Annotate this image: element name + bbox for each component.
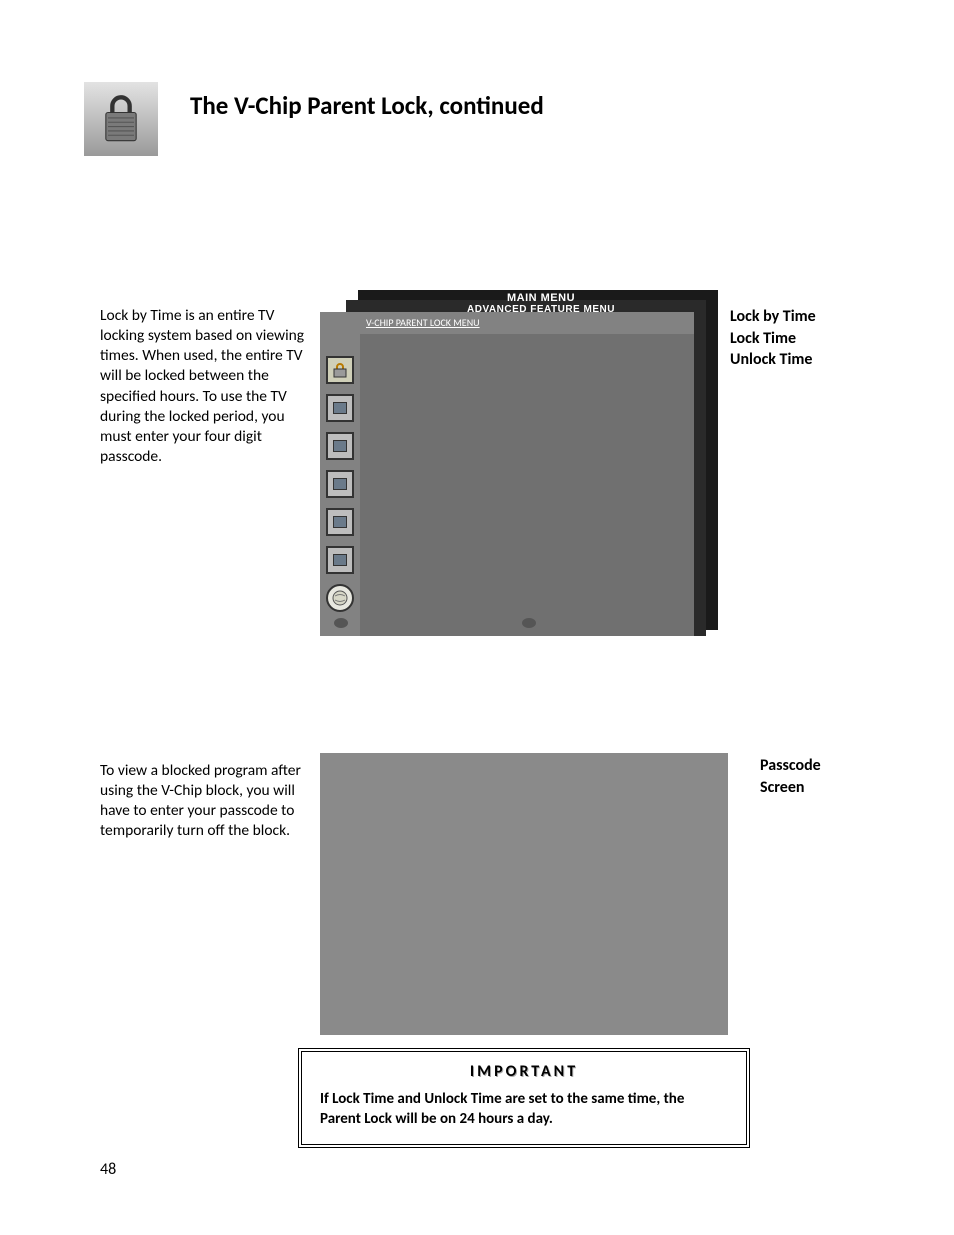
passcode-description: To view a blocked program after using th… xyxy=(100,761,308,842)
menu-box-icon xyxy=(326,508,354,536)
breadcrumb-main-menu: MAIN MENU xyxy=(380,292,702,304)
menu-dot-icon xyxy=(522,618,536,628)
right-labels-top: Lock by Time Lock Time Unlock Time xyxy=(730,306,816,371)
page-number: 48 xyxy=(100,1160,116,1179)
lock-header-icon xyxy=(84,82,158,156)
lock-icon xyxy=(98,93,144,145)
label-lock-time: Lock Time xyxy=(730,328,816,350)
menu-box-icon xyxy=(326,394,354,422)
label-lock-by-time: Lock by Time xyxy=(730,306,816,328)
lock-by-time-description: Lock by Time is an entire TV locking sys… xyxy=(100,306,318,467)
breadcrumb-vchip-parent-lock-menu: V-CHIP PARENT LOCK MENU xyxy=(366,316,480,329)
menu-globe-icon xyxy=(326,584,354,612)
important-body: If Lock Time and Unlock Time are set to … xyxy=(320,1089,728,1130)
label-unlock-time: Unlock Time xyxy=(730,349,816,371)
menu-screenshot: MAIN MENU ADVANCED FEATURE MENU V-CHIP P… xyxy=(320,290,718,638)
important-callout: IMPORTANT If Lock Time and Unlock Time a… xyxy=(298,1048,750,1148)
menu-lock-icon xyxy=(326,356,354,384)
menu-box-icon xyxy=(326,470,354,498)
menu-box-icon xyxy=(326,432,354,460)
menu-dot-icon xyxy=(334,618,348,628)
menu-side-icons xyxy=(326,356,356,612)
page-title: The V-Chip Parent Lock, continued xyxy=(190,90,544,121)
label-screen: Screen xyxy=(760,777,821,799)
passcode-screenshot xyxy=(320,753,728,1035)
important-header: IMPORTANT xyxy=(320,1062,728,1081)
right-labels-bottom: Passcode Screen xyxy=(760,755,821,798)
label-passcode: Passcode xyxy=(760,755,821,777)
menu-box-icon xyxy=(326,546,354,574)
